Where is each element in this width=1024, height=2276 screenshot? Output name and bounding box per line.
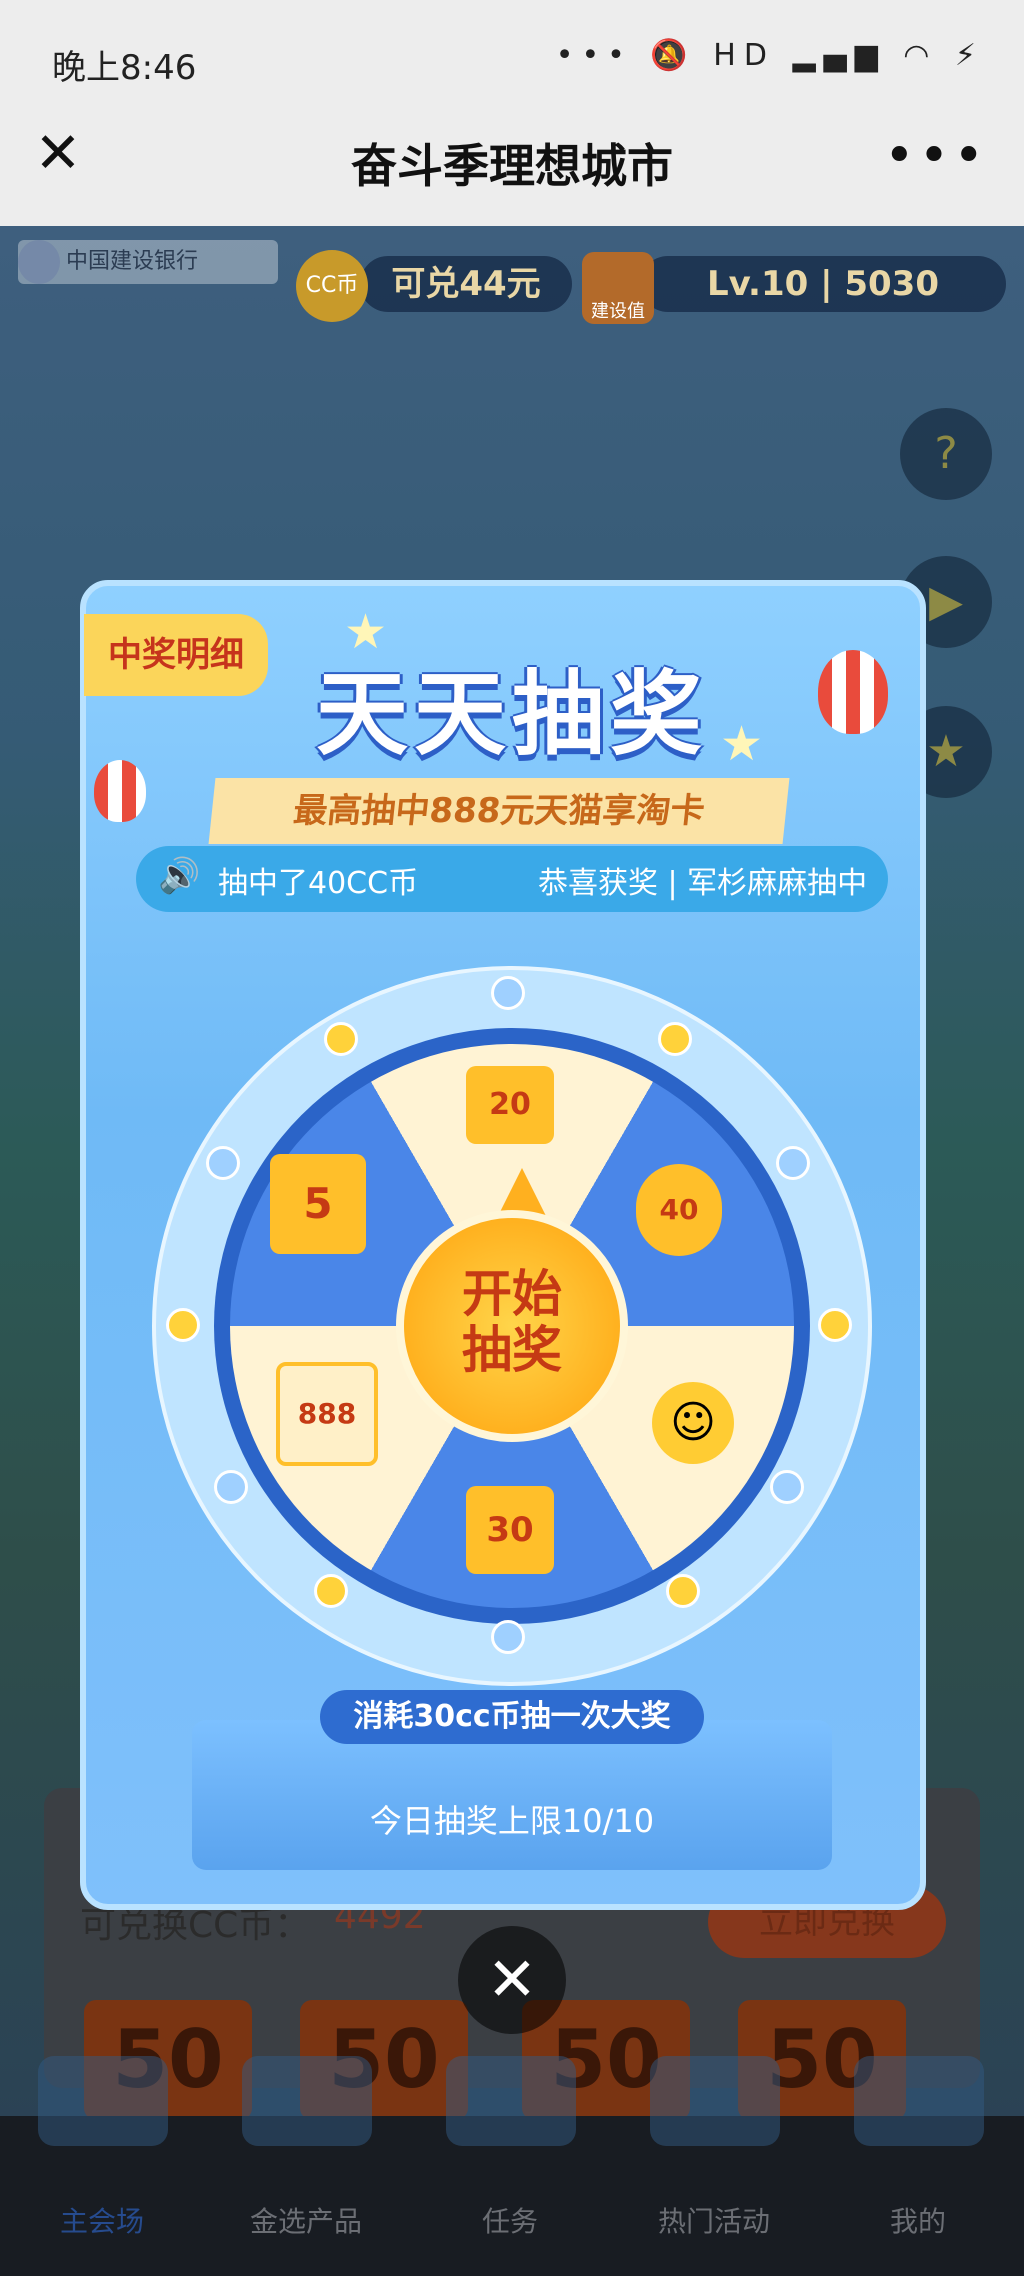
- wheel-light: [776, 1146, 810, 1180]
- thanks-smile-icon: ☺: [652, 1382, 734, 1464]
- modal-close-icon[interactable]: ✕: [458, 1926, 566, 2034]
- max-prize-ribbon: 最高抽中888元天猫享淘卡: [208, 778, 790, 844]
- ticker-text-right: 恭喜获奖 | 军杉麻麻抽中: [538, 866, 868, 901]
- nav-item-products[interactable]: 金选产品: [204, 2200, 408, 2240]
- wheel-light: [491, 976, 525, 1010]
- prize-5-data: 5: [270, 1154, 366, 1254]
- wheel-light: [818, 1308, 852, 1342]
- hot-air-balloon-icon: [94, 760, 146, 822]
- nav-item-profile[interactable]: 我的: [816, 2200, 1020, 2240]
- wheel-light: [206, 1146, 240, 1180]
- wheel-light: [214, 1470, 248, 1504]
- speaker-icon: 🔊: [158, 856, 201, 896]
- status-time: 晚上8:46: [52, 48, 197, 88]
- cc-coin-icon: CC币: [296, 250, 368, 322]
- draw-cost-label: 消耗30cc币抽一次大奖: [320, 1690, 704, 1744]
- wheel-light: [491, 1620, 525, 1654]
- prize-40-coins: 40: [636, 1164, 722, 1256]
- wheel-light: [314, 1574, 348, 1608]
- build-value-icon: 建设值: [582, 252, 654, 324]
- wheel-light: [666, 1574, 700, 1608]
- wheel-light: [770, 1470, 804, 1504]
- ticker-text-left: 抽中了40CC币: [218, 866, 419, 901]
- prize-20-coins: 20: [466, 1066, 554, 1144]
- start-lottery-label[interactable]: 开始 抽奖: [396, 1266, 628, 1378]
- status-icons: ••• 🔕 HD ▂▄▆ ◠ ⚡: [555, 38, 984, 73]
- cc-coin-balance[interactable]: 可兑44元: [360, 256, 572, 312]
- prize-30-voucher: 30: [466, 1486, 554, 1574]
- profile-icon: [854, 2056, 984, 2146]
- products-icon: [242, 2056, 372, 2146]
- prize-888-card: 888: [276, 1362, 378, 1466]
- nav-item-tasks[interactable]: 任务: [408, 2200, 612, 2240]
- level-indicator[interactable]: Lv.10 | 5030: [640, 256, 1006, 312]
- hot-air-balloon-icon: [818, 650, 888, 734]
- wheel-light: [324, 1022, 358, 1056]
- lottery-headline: 天天抽奖: [315, 661, 708, 768]
- tasks-icon: [446, 2056, 576, 2146]
- bank-logo: 中国建设银行: [18, 240, 278, 284]
- main-venue-icon: [38, 2056, 168, 2146]
- help-icon[interactable]: ?: [900, 408, 992, 500]
- wheel-light: [166, 1308, 200, 1342]
- wheel-light: [658, 1022, 692, 1056]
- more-icon[interactable]: •••: [884, 126, 988, 186]
- daily-limit-label: 今日抽奖上限10/10: [369, 1802, 655, 1840]
- activities-icon: [650, 2056, 780, 2146]
- page-title: 奋斗季理想城市: [351, 139, 673, 193]
- nav-item-activities[interactable]: 热门活动: [612, 2200, 816, 2240]
- nav-item-main-venue[interactable]: 主会场: [0, 2200, 204, 2240]
